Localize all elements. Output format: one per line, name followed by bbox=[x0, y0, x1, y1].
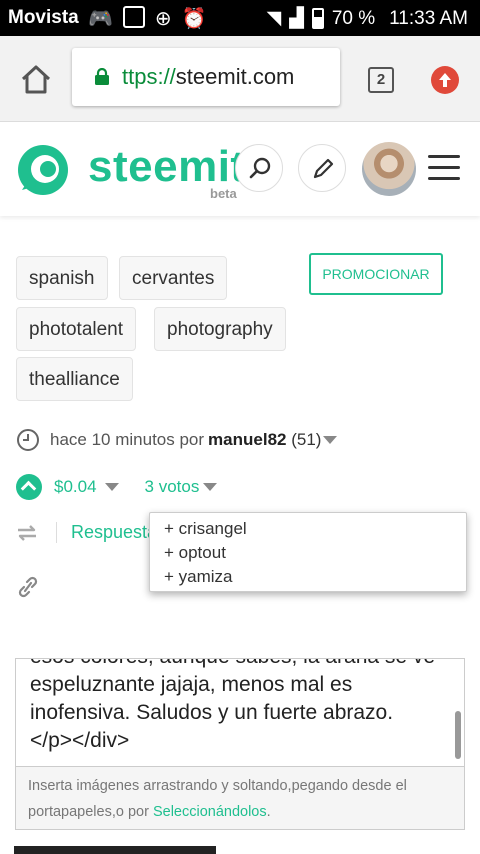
votes-dropdown-icon[interactable] bbox=[203, 483, 218, 491]
bottom-bar bbox=[14, 846, 216, 854]
home-icon[interactable] bbox=[20, 64, 52, 94]
editor-scrollbar[interactable] bbox=[455, 711, 461, 759]
image-upload-hint: Inserta imágenes arrastrando y soltando,… bbox=[15, 766, 465, 830]
author-link[interactable]: manuel82 bbox=[208, 430, 286, 449]
url-protocol: ttps:// bbox=[122, 64, 176, 89]
reply-link[interactable]: Respuesta bbox=[56, 522, 157, 543]
tag-thealliance[interactable]: thealliance bbox=[16, 357, 133, 401]
tag-spanish[interactable]: spanish bbox=[16, 256, 108, 300]
resteem-icon[interactable] bbox=[16, 523, 38, 543]
steemit-logo-icon[interactable] bbox=[14, 142, 72, 198]
url-text: ttps://steemit.com bbox=[122, 64, 294, 90]
write-post-button[interactable] bbox=[298, 144, 346, 192]
update-icon[interactable] bbox=[431, 66, 459, 94]
notification-icons: 🎮 ⊕ ⏰ bbox=[88, 6, 207, 31]
clock-icon bbox=[17, 429, 39, 451]
beta-label: beta bbox=[210, 186, 237, 201]
url-host: steemit.com bbox=[175, 64, 295, 89]
pencil-icon bbox=[313, 158, 334, 179]
voter-item[interactable]: + crisangel bbox=[164, 517, 452, 541]
promote-button[interactable]: PROMOCIONAR bbox=[309, 253, 443, 295]
votes-count[interactable]: 3 votos bbox=[145, 477, 200, 497]
author-dropdown-icon[interactable] bbox=[323, 436, 338, 444]
site-header: steemit beta bbox=[0, 122, 480, 216]
post-time: hace 10 minutos por bbox=[50, 430, 205, 449]
voter-item[interactable]: + yamiza bbox=[164, 565, 452, 589]
search-button[interactable] bbox=[235, 144, 283, 192]
battery-level: 70 % bbox=[331, 7, 376, 29]
signal-icon: ▟ bbox=[289, 8, 304, 29]
link-icon[interactable] bbox=[18, 576, 38, 598]
search-icon bbox=[249, 157, 271, 179]
editor-line: inofensiva. Saludos y un fuerte abrazo. bbox=[30, 701, 394, 724]
tag-phototalent[interactable]: phototalent bbox=[16, 307, 137, 351]
vote-row: $0.04 3 votos bbox=[16, 474, 218, 500]
select-files-link[interactable]: Seleccionándolos bbox=[153, 804, 267, 820]
lock-icon bbox=[95, 68, 109, 85]
tab-switcher-button[interactable]: 2 bbox=[368, 67, 394, 93]
data-saver-icon: ⊕ bbox=[154, 8, 172, 30]
address-bar[interactable]: ttps://steemit.com bbox=[72, 48, 340, 106]
post-meta: hace 10 minutos por manuel82 (51) bbox=[16, 428, 338, 452]
tag-cervantes[interactable]: cervantes bbox=[119, 256, 228, 300]
gamepad-icon: 🎮 bbox=[88, 8, 113, 30]
avatar[interactable] bbox=[362, 142, 416, 196]
battery-icon bbox=[311, 8, 324, 29]
hamburger-menu-icon[interactable] bbox=[428, 155, 460, 181]
payout-value[interactable]: $0.04 bbox=[54, 477, 97, 497]
carrier-name: Movista bbox=[8, 7, 79, 28]
editor-line: esos colores, aunque sabes, la araña se … bbox=[30, 659, 450, 671]
action-row: Respuesta bbox=[16, 522, 157, 543]
hint-end: . bbox=[266, 804, 271, 820]
voter-item[interactable]: + optout bbox=[164, 541, 452, 565]
author-reputation: (51) bbox=[291, 430, 322, 449]
upvote-icon[interactable] bbox=[16, 474, 42, 500]
logo-text[interactable]: steemit bbox=[88, 142, 246, 192]
editor-line: espeluznante jajaja, menos mal es bbox=[30, 673, 353, 696]
image-icon bbox=[122, 6, 145, 28]
voters-dropdown: + crisangel + optout + yamiza bbox=[149, 512, 467, 592]
browser-toolbar: ttps://steemit.com 2 bbox=[0, 36, 480, 122]
comment-textarea[interactable]: esos colores, aunque sabes, la araña se … bbox=[15, 658, 465, 766]
wifi-icon: ◥ bbox=[266, 8, 282, 29]
alarm-icon: ⏰ bbox=[181, 8, 207, 30]
clock: 11:33 AM bbox=[389, 7, 468, 29]
tag-photography[interactable]: photography bbox=[154, 307, 286, 351]
payout-dropdown-icon[interactable] bbox=[104, 483, 119, 491]
editor-line: </p></div> bbox=[30, 729, 130, 752]
status-bar: Movista 🎮 ⊕ ⏰ ◥ ▟ 70 % 11:33 AM bbox=[0, 0, 480, 36]
